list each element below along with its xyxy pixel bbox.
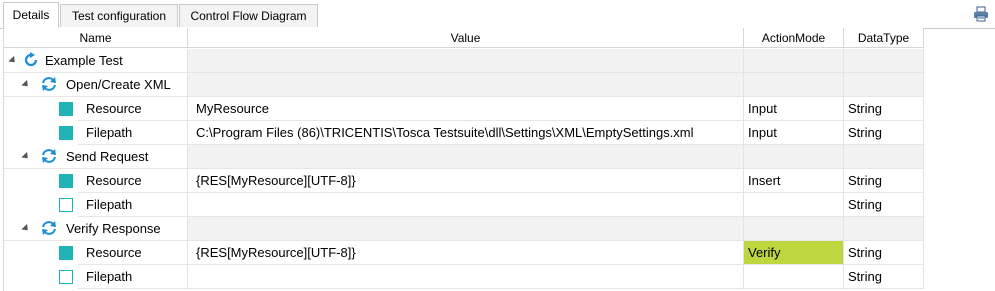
value-cell bbox=[188, 145, 744, 169]
datatype-cell: String bbox=[844, 169, 924, 193]
column-header-name[interactable]: Name bbox=[4, 28, 188, 48]
refresh-icon bbox=[42, 149, 56, 163]
table-row[interactable]: Filepath C:\Program Files (86)\TRICENTIS… bbox=[4, 121, 924, 145]
table-row[interactable]: Resource MyResource Input String bbox=[4, 97, 924, 121]
param-name: Filepath bbox=[78, 121, 188, 145]
datatype-cell: String bbox=[844, 265, 924, 289]
datatype-cell: String bbox=[844, 241, 924, 265]
value-cell[interactable] bbox=[188, 265, 744, 289]
tree-row-module[interactable]: Open/Create XML bbox=[4, 73, 924, 97]
module-name: Open/Create XML bbox=[66, 77, 171, 92]
tree-row-module[interactable]: Verify Response bbox=[4, 217, 924, 241]
module-name: Send Request bbox=[66, 149, 149, 164]
attribute-filled-icon bbox=[59, 102, 73, 116]
test-name: Example Test bbox=[45, 53, 123, 68]
param-name: Filepath bbox=[78, 265, 188, 289]
value-cell[interactable]: MyResource bbox=[188, 97, 744, 121]
value-cell[interactable] bbox=[188, 193, 744, 217]
actionmode-cell bbox=[744, 73, 844, 97]
actionmode-cell[interactable] bbox=[744, 193, 844, 217]
table-row[interactable]: Filepath String bbox=[4, 193, 924, 217]
datatype-cell: String bbox=[844, 97, 924, 121]
value-cell[interactable]: {RES[MyResource][UTF-8]} bbox=[188, 169, 744, 193]
actionmode-cell bbox=[744, 145, 844, 169]
column-header-datatype[interactable]: DataType bbox=[844, 28, 924, 48]
datatype-cell bbox=[844, 73, 924, 97]
datatype-cell bbox=[844, 49, 924, 73]
param-name: Resource bbox=[78, 97, 188, 121]
param-name: Resource bbox=[78, 169, 188, 193]
attribute-filled-icon bbox=[59, 174, 73, 188]
tab-details[interactable]: Details bbox=[3, 2, 59, 29]
actionmode-cell[interactable]: Input bbox=[744, 97, 844, 121]
tree-row-module[interactable]: Send Request bbox=[4, 145, 924, 169]
actionmode-cell bbox=[744, 49, 844, 73]
value-cell bbox=[188, 217, 744, 241]
tab-test-configuration[interactable]: Test configuration bbox=[60, 4, 178, 27]
actionmode-cell[interactable]: Insert bbox=[744, 169, 844, 193]
refresh-icon bbox=[42, 221, 56, 235]
attribute-empty-icon bbox=[59, 270, 73, 284]
datatype-cell bbox=[844, 217, 924, 241]
actionmode-cell-verify[interactable]: Verify bbox=[744, 241, 844, 265]
module-name: Verify Response bbox=[66, 221, 161, 236]
datatype-cell: String bbox=[844, 193, 924, 217]
tree-row-test[interactable]: Example Test bbox=[4, 49, 924, 73]
actionmode-cell[interactable]: Input bbox=[744, 121, 844, 145]
column-header-value[interactable]: Value bbox=[188, 28, 744, 48]
attribute-empty-icon bbox=[59, 198, 73, 212]
column-header-actionmode[interactable]: ActionMode bbox=[744, 28, 844, 48]
tab-control-flow-diagram[interactable]: Control Flow Diagram bbox=[179, 4, 318, 27]
datatype-cell: String bbox=[844, 121, 924, 145]
test-step-grid: Name Value ActionMode DataType Example T… bbox=[3, 28, 994, 291]
table-row[interactable]: Resource {RES[MyResource][UTF-8]} Insert… bbox=[4, 169, 924, 193]
param-name: Filepath bbox=[78, 193, 188, 217]
actionmode-cell[interactable] bbox=[744, 265, 844, 289]
value-cell[interactable]: C:\Program Files (86)\TRICENTIS\Tosca Te… bbox=[188, 121, 744, 145]
attribute-filled-icon bbox=[59, 246, 73, 260]
printer-icon[interactable] bbox=[973, 6, 989, 22]
actionmode-cell bbox=[744, 217, 844, 241]
refresh-icon bbox=[42, 77, 56, 91]
value-cell bbox=[188, 49, 744, 73]
table-row[interactable]: Resource {RES[MyResource][UTF-8]} Verify… bbox=[4, 241, 924, 265]
value-cell bbox=[188, 73, 744, 97]
param-name: Resource bbox=[78, 241, 188, 265]
value-cell[interactable]: {RES[MyResource][UTF-8]} bbox=[188, 241, 744, 265]
datatype-cell bbox=[844, 145, 924, 169]
attribute-filled-icon bbox=[59, 126, 73, 140]
table-row[interactable]: Filepath String bbox=[4, 265, 924, 289]
tab-bar: Details Test configuration Control Flow … bbox=[0, 0, 995, 29]
refresh-icon bbox=[24, 52, 38, 67]
